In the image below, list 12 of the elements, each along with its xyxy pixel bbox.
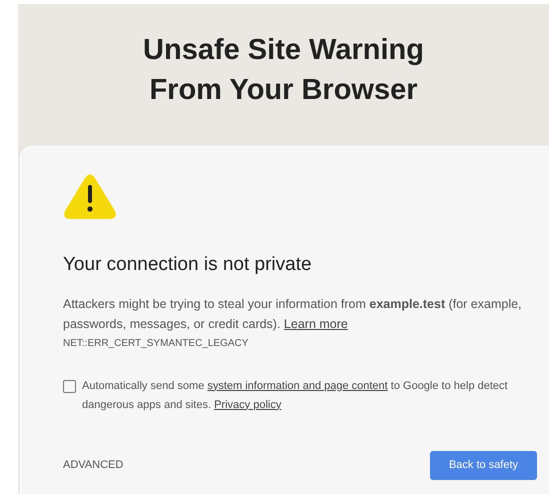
link[interactable]: Privacy policy	[214, 398, 282, 410]
checkbox[interactable]	[63, 380, 76, 392]
report-option-label: Automatically send some system information and page content to Google to help detect dangerous apps and sites. Privacy policy	[82, 378, 509, 412]
link[interactable]: Learn more	[284, 316, 348, 330]
warning-message: Attackers might be trying to steal your information from example.test (for example, passwords, messages, or credit cards). Learn more	[63, 296, 523, 333]
warning-heading: Your connection is not private	[63, 253, 313, 277]
link[interactable]: system information and page content	[207, 380, 388, 392]
banner-title: Unsafe Site Warning From Your Browser	[142, 33, 425, 108]
warning-icon	[63, 173, 117, 221]
error-code: NET::ERR_CERT_SYMANTEC_LEGACY	[63, 336, 250, 350]
advanced-button[interactable]: ADVANCED	[63, 457, 124, 474]
back-to-safety-button[interactable]: Back to safety	[430, 451, 537, 480]
